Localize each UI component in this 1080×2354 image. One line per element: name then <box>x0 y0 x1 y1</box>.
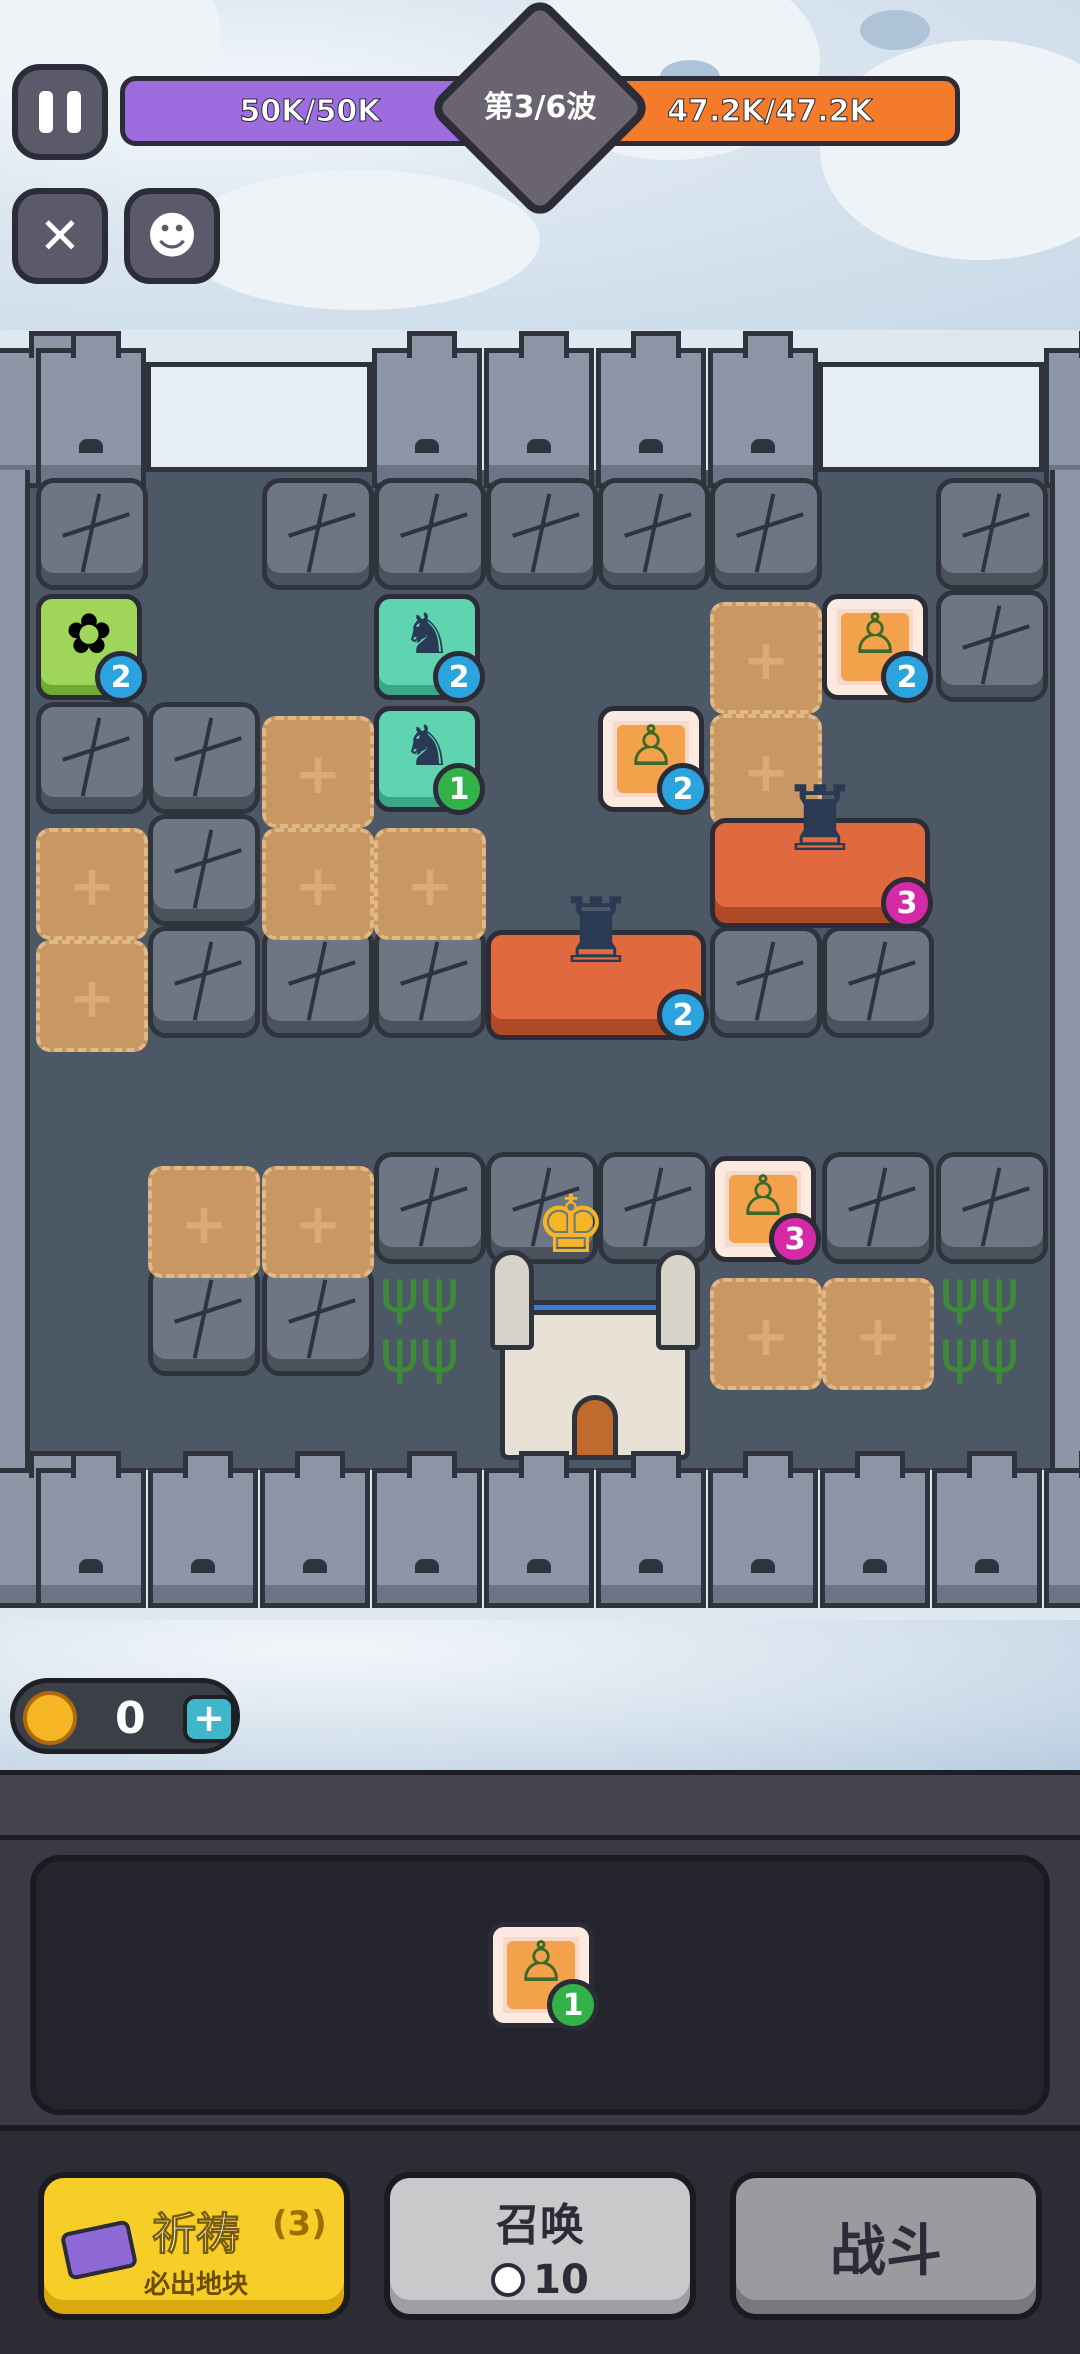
level-badge: 2 <box>433 651 485 703</box>
empty-slot[interactable] <box>262 1166 374 1278</box>
pray-subtitle: 必出地块 <box>144 2270 249 2300</box>
knight-icon: ♜ <box>779 767 861 872</box>
speed-toggle-button[interactable]: ✕ <box>12 188 108 284</box>
knight-icon: ♜ <box>555 879 637 984</box>
unit-flower[interactable]: ✿ 2 <box>36 594 147 703</box>
enemy-info-button[interactable]: ☻ <box>124 188 220 284</box>
pray-button[interactable]: 祈祷 (3) 必出地块 <box>38 2172 350 2320</box>
level-badge: 2 <box>881 651 933 703</box>
empty-slot[interactable] <box>710 602 822 714</box>
unit-archer[interactable]: ♙ 2 <box>822 594 933 703</box>
pause-icon <box>39 91 53 133</box>
king-hero[interactable]: ♚ <box>535 1185 607 1265</box>
unit-knight[interactable]: ♜ 3 <box>710 775 933 929</box>
crown-icon: ♚ <box>535 1178 607 1271</box>
crossed-swords-icon: ✕ <box>39 207 81 265</box>
unit-archer[interactable]: ♙ 2 <box>598 706 709 815</box>
level-badge: 1 <box>547 1979 599 2031</box>
empty-slot[interactable] <box>822 1278 934 1390</box>
ticket-icon <box>59 2219 139 2281</box>
summon-button[interactable]: 召唤 10 <box>384 2172 696 2320</box>
unit-archer[interactable]: ♙ 3 <box>710 1156 821 1265</box>
pause-button[interactable] <box>12 64 108 160</box>
coin-value: 0 <box>115 1693 146 1744</box>
level-badge: 3 <box>769 1213 821 1265</box>
summon-cost: 10 <box>533 2257 589 2303</box>
empty-slot[interactable] <box>262 828 374 940</box>
battle-button[interactable]: 战斗 <box>730 2172 1042 2320</box>
unit-knight[interactable]: ♜ 2 <box>486 887 709 1041</box>
add-coins-button[interactable]: + <box>183 1695 235 1743</box>
right-wall <box>1050 470 1080 1470</box>
sun-coin-icon <box>23 1691 77 1745</box>
hand-card-archer[interactable]: ♙ 1 <box>488 1922 599 2031</box>
demon-face-icon: ☻ <box>145 207 199 265</box>
level-badge: 2 <box>95 651 147 703</box>
summon-label: 召唤 <box>496 2200 584 2251</box>
tray-top-rail <box>0 1770 1080 1840</box>
wave-counter: 第3/6波 <box>483 90 597 125</box>
empty-slot[interactable] <box>374 828 486 940</box>
castle-door <box>572 1395 618 1460</box>
battle-label: 战斗 <box>830 2218 942 2284</box>
player-castle[interactable] <box>490 1250 700 1465</box>
grass-decoration: ψψ <box>940 1257 1020 1327</box>
level-badge: 2 <box>657 989 709 1041</box>
level-badge: 1 <box>433 763 485 815</box>
empty-slot[interactable] <box>710 1278 822 1390</box>
grass-decoration: ψψ <box>940 1317 1020 1387</box>
empty-slot[interactable] <box>36 828 148 940</box>
level-badge: 2 <box>657 763 709 815</box>
empty-slot[interactable] <box>36 940 148 1052</box>
left-wall <box>0 470 30 1470</box>
unit-mage[interactable]: ♞ 1 <box>374 706 485 815</box>
gear-coin-icon <box>491 2263 526 2297</box>
empty-slot[interactable] <box>148 1166 260 1278</box>
pray-label: 祈祷 <box>152 2209 241 2261</box>
grass-decoration: ψψ <box>380 1257 460 1327</box>
level-badge: 3 <box>881 877 933 929</box>
unit-mage[interactable]: ♞ 2 <box>374 594 485 703</box>
empty-slot[interactable] <box>262 716 374 828</box>
grass-decoration: ψψ <box>380 1317 460 1387</box>
pray-count: (3) <box>272 2204 327 2244</box>
coin-counter: 0 + <box>10 1678 240 1754</box>
